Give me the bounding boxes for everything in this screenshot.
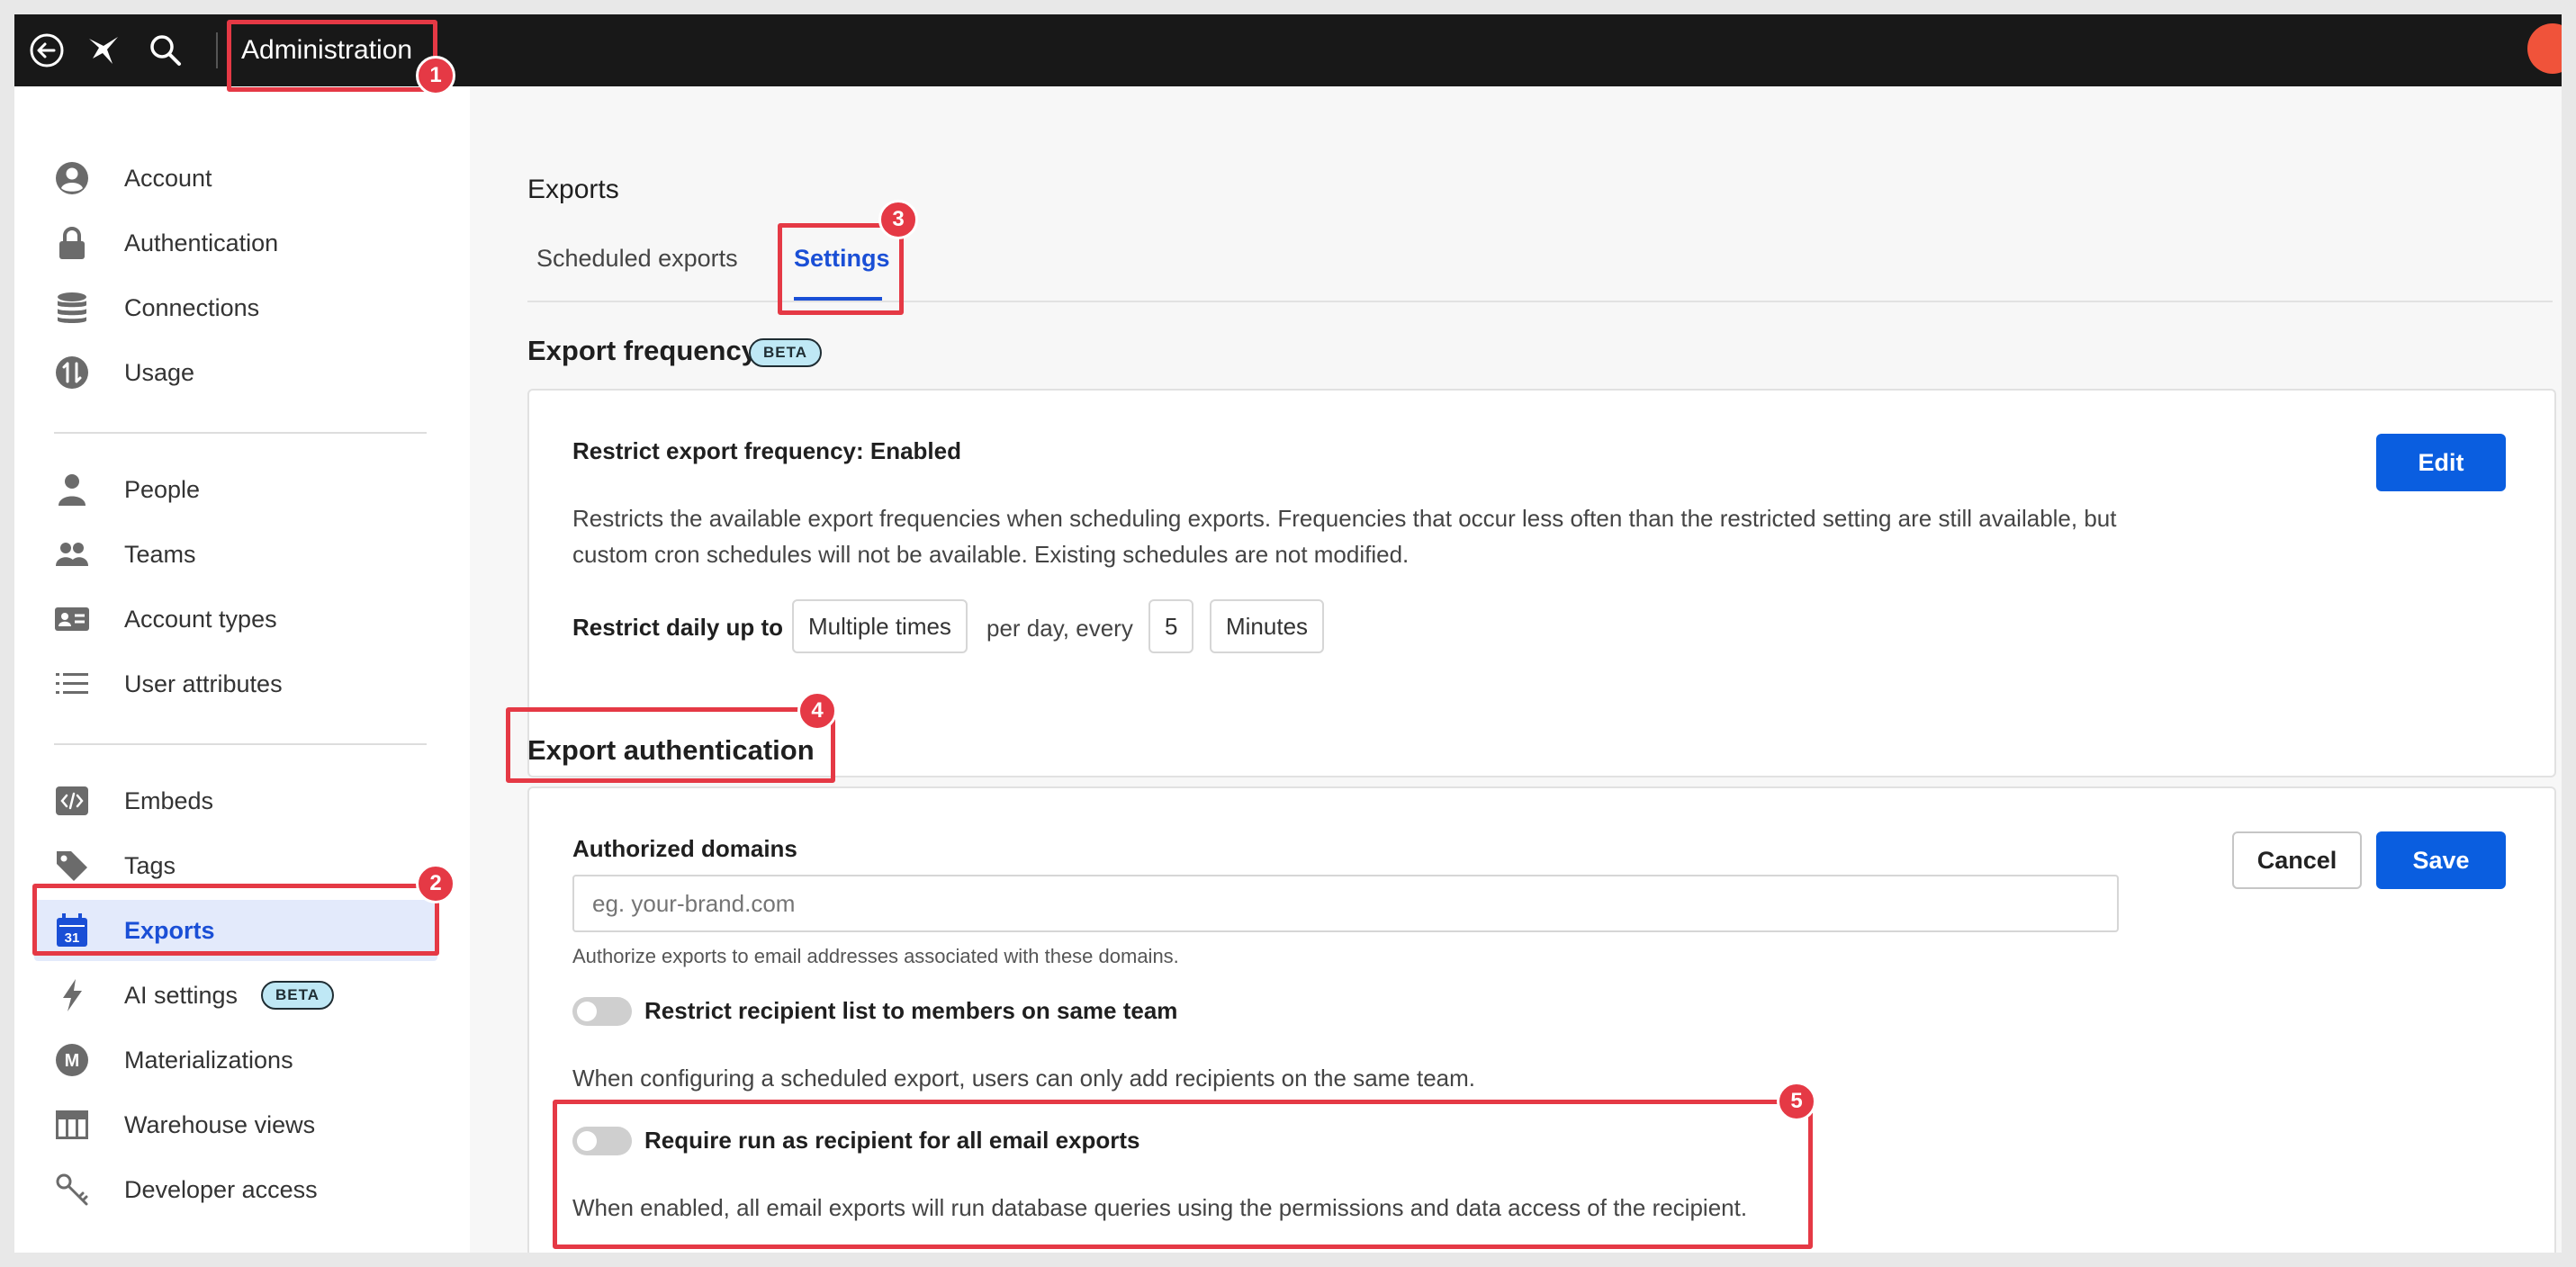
table-icon <box>54 1107 90 1143</box>
restrict-frequency-description: Restricts the available export frequenci… <box>572 505 2117 568</box>
id-card-icon <box>54 601 90 637</box>
export-frequency-heading: Export frequency <box>527 335 757 366</box>
beta-badge: BETA <box>261 981 335 1010</box>
sidebar-item-account[interactable]: Account <box>34 148 437 209</box>
annotation-marker-3: 3 <box>878 200 918 239</box>
annotation-marker-5: 5 <box>1777 1082 1816 1121</box>
sidebar-item-label: AI settings <box>124 982 239 1009</box>
beta-badge: BETA <box>749 338 823 367</box>
highlight-run-as-recipient <box>553 1100 1813 1249</box>
authorized-domains-help: Authorize exports to email addresses ass… <box>572 945 1179 967</box>
database-icon <box>54 290 90 326</box>
list-icon <box>54 666 90 702</box>
frequency-times-select[interactable]: Multiple times <box>792 599 968 653</box>
sidebar-item-connections[interactable]: Connections <box>34 277 437 338</box>
sidebar-item-label: Account types <box>124 606 277 633</box>
highlight-export-authentication <box>506 707 835 783</box>
sidebar-item-label: Developer access <box>124 1176 318 1203</box>
sidebar-item-authentication[interactable]: Authentication <box>34 212 437 274</box>
sidebar-item-account-types[interactable]: Account types <box>34 589 437 650</box>
sidebar-divider <box>54 743 427 745</box>
tab-scheduled-exports[interactable]: Scheduled exports <box>536 245 738 273</box>
usage-icon <box>54 355 90 391</box>
restrict-team-description: When configuring a scheduled export, use… <box>572 1065 1476 1092</box>
search-icon[interactable] <box>144 29 187 72</box>
sidebar-item-label: Usage <box>124 359 195 386</box>
sidebar-item-usage[interactable]: Usage <box>34 342 437 403</box>
annotation-marker-1: 1 <box>416 56 455 95</box>
sidebar-item-embeds[interactable]: Embeds <box>34 770 437 831</box>
app-window: Administration Account Authentication Co… <box>14 14 2562 1253</box>
restrict-frequency-label: Restrict export frequency: Enabled <box>572 437 961 464</box>
avatar[interactable] <box>2527 23 2562 74</box>
account-icon <box>54 160 90 196</box>
sidebar: Account Authentication Connections Usage <box>14 86 470 1253</box>
annotation-marker-2: 2 <box>416 864 455 903</box>
sidebar-item-teams[interactable]: Teams <box>34 524 437 585</box>
sidebar-divider <box>54 432 427 434</box>
sidebar-item-user-attributes[interactable]: User attributes <box>34 653 437 714</box>
lock-icon <box>54 225 90 261</box>
topbar-separator <box>216 32 218 68</box>
authorized-domains-input[interactable] <box>572 875 2119 932</box>
sidebar-item-label: Embeds <box>124 787 214 814</box>
per-day-text: per day, every <box>986 615 1133 642</box>
materialization-icon: M <box>54 1042 90 1078</box>
save-button[interactable]: Save <box>2376 831 2506 889</box>
restrict-team-label: Restrict recipient list to members on sa… <box>644 997 1178 1024</box>
teams-icon <box>54 536 90 572</box>
person-icon <box>54 472 90 508</box>
sidebar-item-label: Teams <box>124 541 196 568</box>
restrict-daily-label: Restrict daily up to <box>572 614 784 641</box>
sidebar-item-label: Warehouse views <box>124 1111 316 1138</box>
annotation-marker-4: 4 <box>797 691 837 731</box>
edit-button[interactable]: Edit <box>2376 434 2506 491</box>
sidebar-item-label: People <box>124 476 201 503</box>
sidebar-item-ai-settings[interactable]: AI settings BETA <box>34 965 437 1026</box>
logo-icon[interactable] <box>83 29 126 72</box>
authorized-domains-label: Authorized domains <box>572 835 797 862</box>
cancel-button[interactable]: Cancel <box>2232 831 2362 889</box>
page-title: Exports <box>527 175 619 204</box>
key-icon <box>54 1172 90 1208</box>
sidebar-item-warehouse-views[interactable]: Warehouse views <box>34 1094 437 1155</box>
sidebar-item-materializations[interactable]: M Materializations <box>34 1029 437 1091</box>
sidebar-item-label: Account <box>124 165 212 192</box>
tag-icon <box>54 848 90 884</box>
frequency-unit-select[interactable]: Minutes <box>1210 599 1325 653</box>
materialization-letter: M <box>65 1051 80 1071</box>
frequency-interval-input[interactable]: 5 <box>1148 599 1194 653</box>
highlight-exports-nav <box>32 884 439 956</box>
sidebar-item-label: User attributes <box>124 670 283 697</box>
back-arrow-icon[interactable] <box>25 29 68 72</box>
toggle-knob <box>577 1002 597 1021</box>
sidebar-item-developer-access[interactable]: Developer access <box>34 1159 437 1220</box>
highlight-settings-tab <box>778 223 904 315</box>
sidebar-item-label: Materializations <box>124 1047 293 1074</box>
highlight-administration <box>227 20 437 92</box>
sidebar-item-label: Authentication <box>124 229 279 256</box>
sidebar-item-people[interactable]: People <box>34 459 437 520</box>
code-icon <box>54 783 90 819</box>
restrict-team-toggle[interactable] <box>572 997 632 1026</box>
sidebar-item-label: Connections <box>124 294 260 321</box>
lightning-icon <box>54 977 90 1013</box>
